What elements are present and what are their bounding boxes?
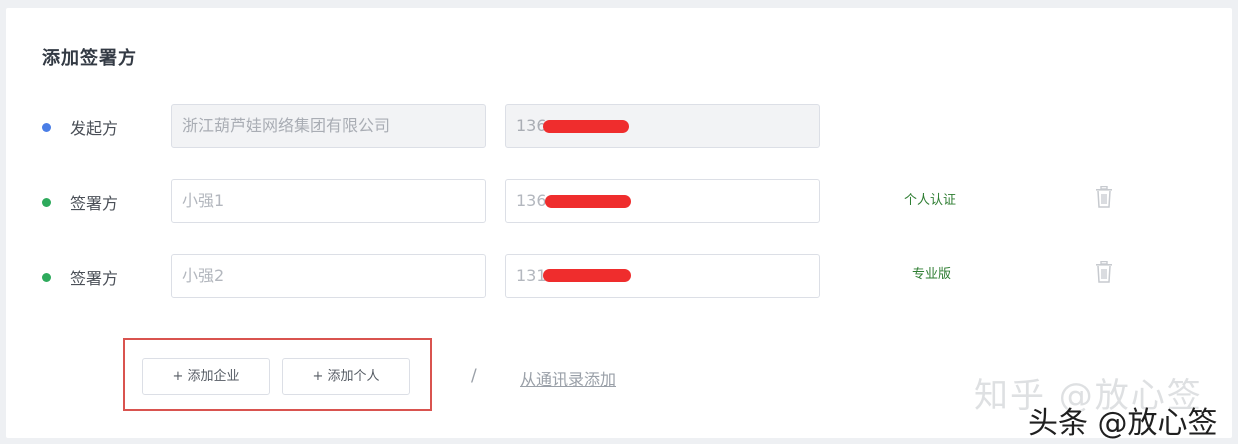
- redaction-mark: [545, 195, 631, 208]
- add-company-button[interactable]: + 添加企业: [142, 358, 270, 395]
- signatory-row: 签署方 小强1 136 个人认证: [6, 179, 1232, 225]
- signatory-name-value: 小强1: [182, 191, 225, 210]
- trash-icon[interactable]: [1095, 186, 1113, 208]
- signatory-row: 签署方 小强2 131 专业版: [6, 254, 1232, 300]
- phone-prefix: 136: [516, 116, 547, 135]
- signatory-card: 添加签署方 发起方 浙江葫芦娃网络集团有限公司 136 签署方 小强1 136 …: [6, 8, 1232, 441]
- company-name-value: 浙江葫芦娃网络集团有限公司: [182, 116, 391, 135]
- signatory-name-input[interactable]: 小强2: [171, 254, 486, 298]
- auth-type-tag[interactable]: 个人认证: [904, 189, 956, 208]
- add-person-button[interactable]: + 添加个人: [282, 358, 410, 395]
- phone-prefix: 131: [516, 266, 547, 285]
- auth-type-tag[interactable]: 专业版: [912, 263, 951, 282]
- signatory-name-input[interactable]: 小强1: [171, 179, 486, 223]
- signatory-row-initiator: 发起方 浙江葫芦娃网络集团有限公司 136: [6, 104, 1232, 150]
- company-name-field: 浙江葫芦娃网络集团有限公司: [171, 104, 486, 148]
- initiator-dot: [42, 123, 51, 132]
- phone-prefix: 136: [516, 191, 547, 210]
- divider: /: [471, 366, 477, 386]
- add-from-contacts-link[interactable]: 从通讯录添加: [520, 366, 616, 390]
- signatory-dot: [42, 198, 51, 207]
- toutiao-watermark: 头条 @放心签: [1028, 406, 1218, 441]
- role-label: 签署方: [70, 269, 119, 288]
- trash-icon[interactable]: [1095, 261, 1113, 283]
- redaction-mark: [543, 269, 631, 282]
- signatory-name-value: 小强2: [182, 266, 225, 285]
- role-label: 签署方: [70, 194, 119, 213]
- section-title: 添加签署方: [42, 48, 137, 69]
- redaction-mark: [543, 120, 629, 133]
- signatory-dot: [42, 273, 51, 282]
- role-label: 发起方: [70, 119, 119, 138]
